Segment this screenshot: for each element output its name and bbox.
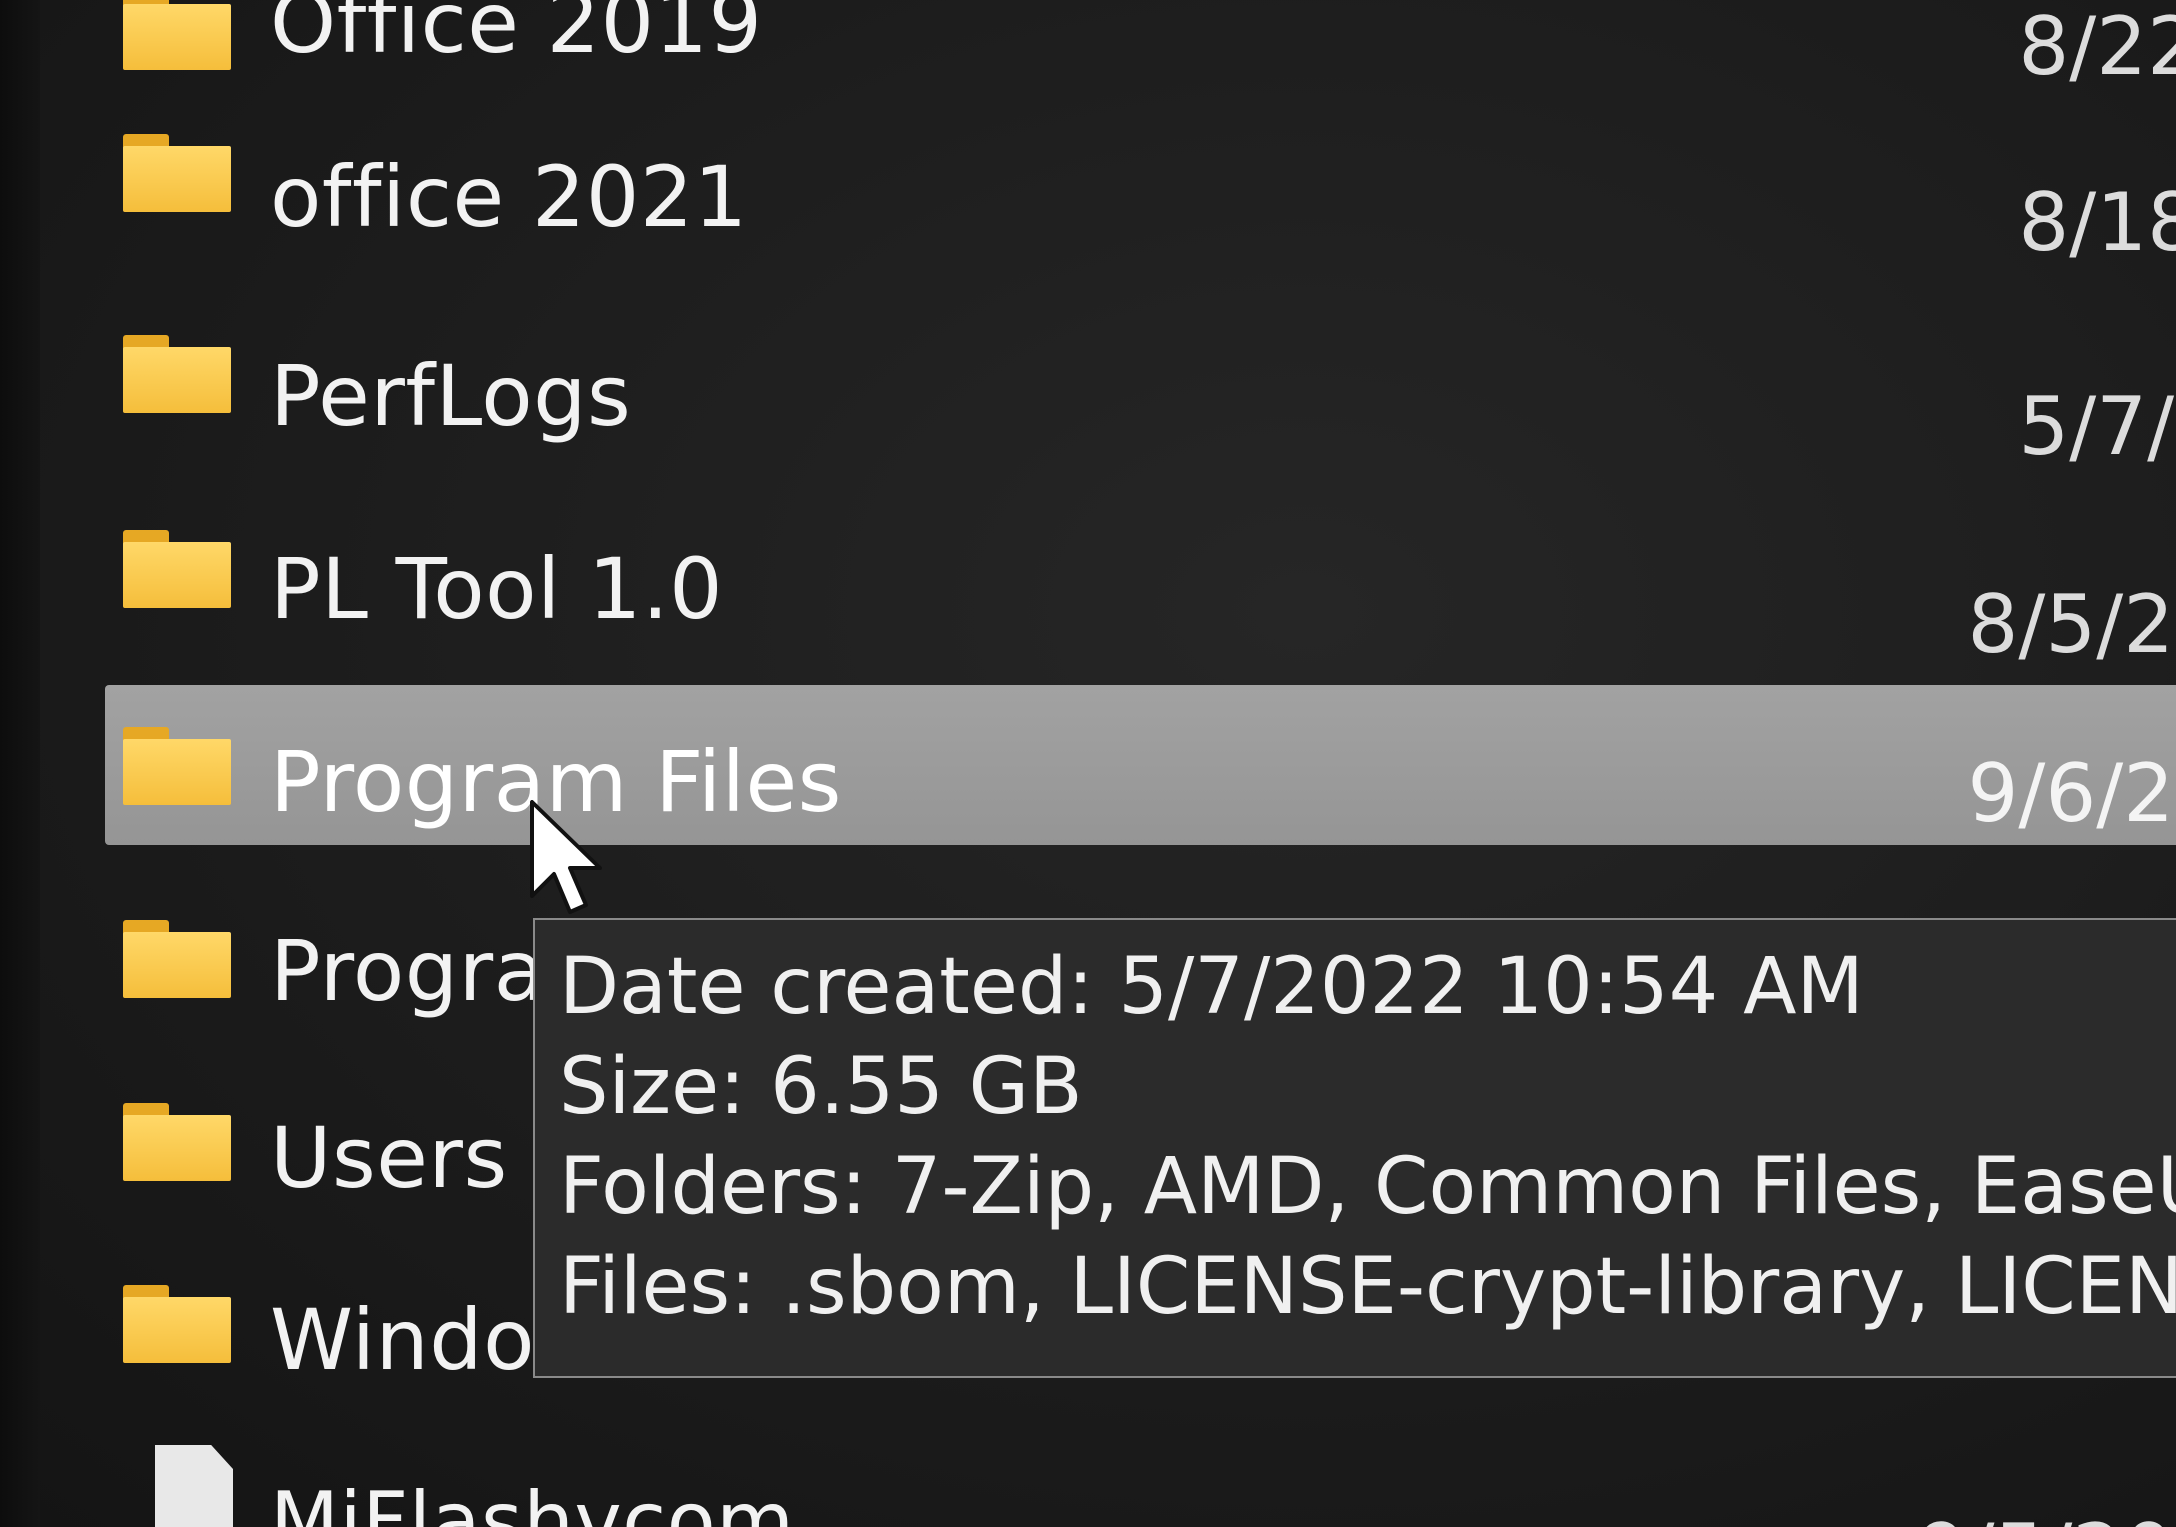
file-name: Windo: [270, 1291, 535, 1389]
folder-icon: [123, 1285, 231, 1363]
file-list-item[interactable]: PL Tool 1.0 8/5/20: [105, 510, 2176, 671]
file-date-modified: 8/22/: [2018, 0, 2176, 93]
file-name: PL Tool 1.0: [270, 540, 724, 638]
file-date-modified: 8/18/: [2018, 176, 2176, 269]
folder-icon: [123, 335, 231, 413]
file-list-item[interactable]: office 2021 8/18/: [105, 120, 2176, 270]
file-name: Office 2019: [270, 0, 763, 72]
folder-icon: [123, 0, 231, 70]
folder-icon: [123, 920, 231, 998]
file-date-modified: 5/7/2: [2018, 380, 2176, 473]
folder-info-tooltip: Date created: 5/7/2022 10:54 AM Size: 6.…: [533, 918, 2176, 1378]
file-date-modified: 9/5/202: [1917, 1507, 2176, 1527]
file-list-item-selected[interactable]: Program Files 9/6/20: [105, 685, 2176, 845]
file-name: MiFlashvcom: [270, 1475, 795, 1527]
file-name: office 2021: [270, 148, 748, 246]
folder-icon: [123, 1103, 231, 1181]
file-name: PerfLogs: [270, 347, 632, 445]
monitor-bezel: [0, 0, 40, 1527]
file-name: Users: [270, 1109, 508, 1207]
folder-icon: [123, 134, 231, 212]
file-list-item[interactable]: Office 2019 8/22/: [105, 0, 2176, 93]
tooltip-date-created: Date created: 5/7/2022 10:54 AM: [559, 942, 1864, 1032]
file-date-modified: 9/6/20: [1967, 747, 2176, 840]
tooltip-files: Files: .sbom, LICENSE-crypt-library, LIC…: [559, 1242, 2176, 1332]
file-list-item[interactable]: PerfLogs 5/7/2: [105, 315, 2176, 473]
folder-icon: [123, 530, 231, 608]
file-date-modified: 8/5/20: [1967, 578, 2176, 671]
file-explorer-window: Office 2019 8/22/ office 2021 8/18/ Perf…: [0, 0, 2176, 1527]
folder-icon: [123, 727, 231, 805]
mouse-pointer-icon: [530, 800, 602, 914]
tooltip-size: Size: 6.55 GB: [559, 1042, 1083, 1132]
file-name: Progra: [270, 922, 546, 1020]
tooltip-folders: Folders: 7-Zip, AMD, Common Files, EaseU…: [559, 1142, 2176, 1232]
file-list-item[interactable]: MiFlashvcom 9/5/202: [105, 1445, 2176, 1527]
file-icon: [155, 1445, 233, 1527]
